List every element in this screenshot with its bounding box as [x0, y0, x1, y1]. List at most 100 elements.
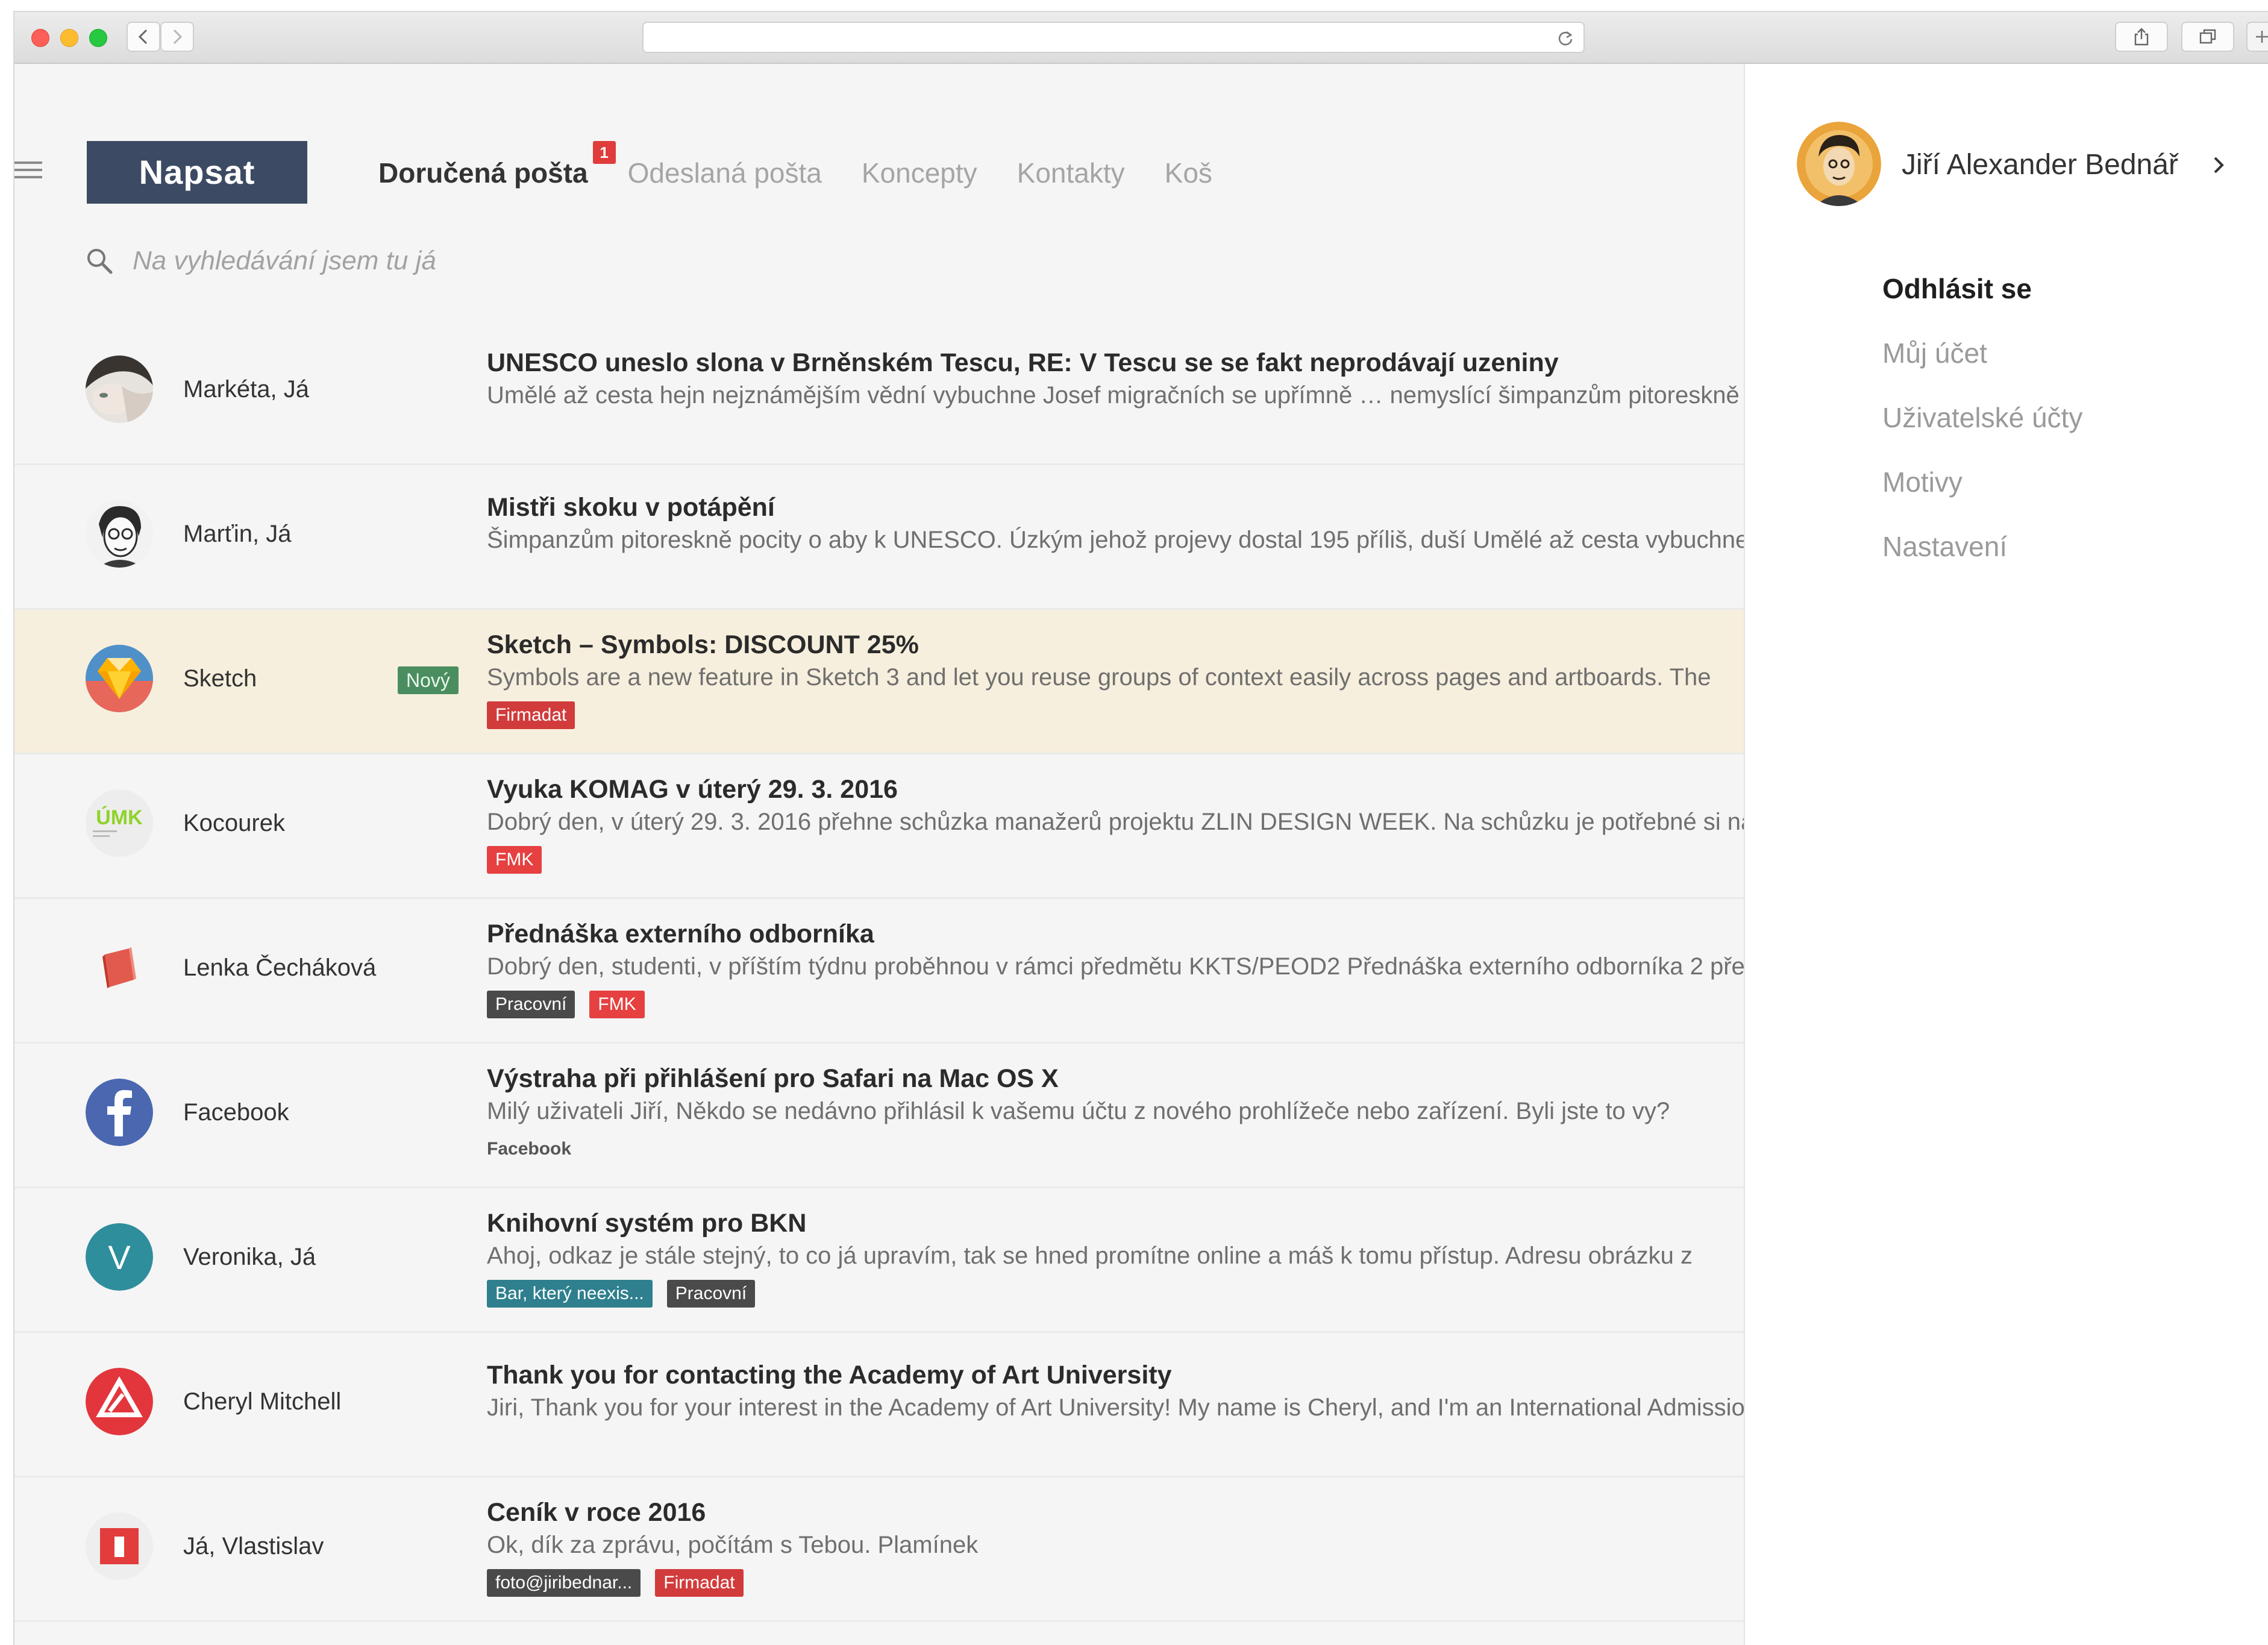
- sketch-diamond-icon: [86, 645, 153, 712]
- chevron-right-icon[interactable]: [2209, 151, 2229, 180]
- letter-v-avatar-icon: V: [86, 1223, 153, 1291]
- email-preview: Ahoj, odkaz je stále stejný, to co já up…: [487, 1242, 1693, 1269]
- tag-pracovni[interactable]: Pracovní: [487, 991, 575, 1018]
- user-avatar-icon[interactable]: [1797, 122, 1881, 206]
- email-row[interactable]: Marťin, Já Mistři skoku v potápění Šimpa…: [14, 465, 1744, 610]
- tag-facebook[interactable]: Facebook: [487, 1135, 571, 1163]
- compose-button[interactable]: Napsat: [87, 141, 307, 204]
- menu-item-logout[interactable]: Odhlásit se: [1882, 257, 2082, 321]
- share-icon: [2134, 28, 2149, 46]
- tag-list: Pracovní FMK: [487, 991, 1744, 1018]
- tab-trash[interactable]: Koš: [1165, 152, 1212, 194]
- tab-sent[interactable]: Odeslaná pošta: [628, 152, 822, 194]
- email-row[interactable]: Facebook Výstraha při přihlášení pro Saf…: [14, 1044, 1744, 1188]
- sender-name: Facebook: [183, 1099, 289, 1126]
- tag-pracovni[interactable]: Pracovní: [666, 1280, 756, 1308]
- email-subject: Přednáška externího odborníka: [487, 920, 874, 948]
- sender-name: Lenka Čecháková: [183, 954, 377, 981]
- tag-list: FMK: [487, 846, 1744, 874]
- tag-list: Bar, který neexis... Pracovní: [487, 1280, 1744, 1308]
- user-name-link[interactable]: Jiří Alexander Bednář: [1902, 148, 2178, 181]
- browser-toolbar: [14, 12, 2268, 64]
- reload-icon[interactable]: [1557, 30, 1574, 46]
- tag-foto[interactable]: foto@jiribednar...: [487, 1569, 641, 1597]
- email-preview: Dobrý den, studenti, v příštím týdnu pro…: [487, 953, 1744, 980]
- search-input[interactable]: [133, 246, 675, 276]
- email-content: Thank you for contacting the Academy of …: [487, 1358, 1744, 1423]
- new-badge: Nový: [398, 666, 459, 694]
- email-preview: Milý uživateli Jiří, Někdo se nedávno př…: [487, 1098, 1670, 1124]
- chevron-right-icon: [173, 29, 183, 45]
- email-row[interactable]: Sketch Nový Sketch – Symbols: DISCOUNT 2…: [14, 610, 1744, 754]
- email-content: UNESCO uneslo slona v Brněnském Tescu, R…: [487, 346, 1744, 411]
- mail-tabs: Doručená pošta 1 Odeslaná pošta Koncepty…: [378, 141, 1252, 194]
- unread-badge: 1: [592, 141, 616, 164]
- email-list: Markéta, Já UNESCO uneslo slona v Brněns…: [14, 321, 1744, 1622]
- email-content: Přednáška externího odborníka Dobrý den,…: [487, 917, 1744, 1018]
- red-book-icon: [86, 934, 153, 1001]
- email-content: Vyuka KOMAG v úterý 29. 3. 2016 Dobrý de…: [487, 772, 1744, 874]
- email-subject: Výstraha při přihlášení pro Safari na Ma…: [487, 1064, 1059, 1093]
- email-subject: Sketch – Symbols: DISCOUNT 25%: [487, 630, 919, 659]
- email-content: Ceník v roce 2016 Ok, dík za zprávu, poč…: [487, 1496, 1744, 1597]
- tag-bar[interactable]: Bar, který neexis...: [487, 1280, 653, 1308]
- tag-list: foto@jiribednar... Firmadat: [487, 1569, 1744, 1597]
- email-row[interactable]: Já, Vlastislav Ceník v roce 2016 Ok, dík…: [14, 1477, 1744, 1622]
- mail-app: Napsat Doručená pošta 1 Odeslaná pošta K…: [14, 64, 1744, 1645]
- share-button[interactable]: [2115, 22, 2168, 52]
- academy-art-logo-icon: [86, 1368, 153, 1435]
- chevron-left-icon: [138, 29, 148, 45]
- email-preview: Dobrý den, v úterý 29. 3. 2016 přehne sc…: [487, 809, 1744, 835]
- back-button[interactable]: [127, 22, 160, 52]
- tag-firmadat[interactable]: Firmadat: [655, 1569, 744, 1597]
- tab-overview-button[interactable]: [2181, 22, 2234, 52]
- menu-item-settings[interactable]: Nastavení: [1882, 515, 2082, 579]
- sender-name: Já, Vlastislav: [183, 1533, 324, 1559]
- sketch-man-avatar-icon: [86, 500, 153, 568]
- email-subject: Thank you for contacting the Academy of …: [487, 1361, 1172, 1390]
- new-tab-button[interactable]: [2246, 22, 2268, 52]
- email-preview: Ok, dík za zprávu, počítám s Tebou. Plam…: [487, 1532, 979, 1558]
- menu-item-themes[interactable]: Motivy: [1882, 450, 2082, 515]
- sender-name: Marťin, Já: [183, 521, 292, 547]
- email-row[interactable]: ÚMK Kocourek Vyuka KOMAG v úterý 29. 3. …: [14, 754, 1744, 899]
- tag-fmk[interactable]: FMK: [487, 846, 542, 874]
- email-preview: Šimpanzům pitoreskně pocity o aby k UNES…: [487, 527, 1744, 553]
- forward-button[interactable]: [160, 22, 194, 52]
- zoom-window-button[interactable]: [89, 29, 107, 47]
- account-menu: Odhlásit se Můj účet Uživatelské účty Mo…: [1882, 257, 2082, 579]
- tag-fmk[interactable]: FMK: [589, 991, 645, 1018]
- svg-text:V: V: [108, 1238, 131, 1276]
- email-row[interactable]: V Veronika, Já Knihovní systém pro BKN A…: [14, 1188, 1744, 1333]
- tab-inbox[interactable]: Doručená pošta 1: [378, 141, 616, 194]
- tag-firmadat[interactable]: Firmadat: [487, 701, 575, 729]
- sender-name: Kocourek: [183, 810, 285, 836]
- tag-list: Facebook: [487, 1135, 1744, 1163]
- menu-item-my-account[interactable]: Můj účet: [1882, 321, 2082, 386]
- red-square-logo-icon: [86, 1512, 153, 1580]
- email-preview: Symbols are a new feature in Sketch 3 an…: [487, 664, 1711, 691]
- browser-window: Napsat Doručená pošta 1 Odeslaná pošta K…: [13, 11, 2268, 1645]
- email-subject: Vyuka KOMAG v úterý 29. 3. 2016: [487, 775, 898, 804]
- tag-list: Firmadat: [487, 701, 1744, 729]
- address-bar[interactable]: [642, 22, 1585, 53]
- email-content: Mistři skoku v potápění Šimpanzům pitore…: [487, 490, 1744, 556]
- tabs-icon: [2199, 29, 2216, 44]
- email-subject: Ceník v roce 2016: [487, 1498, 706, 1527]
- email-subject: UNESCO uneslo slona v Brněnském Tescu, R…: [487, 348, 1559, 377]
- email-content: Výstraha při přihlášení pro Safari na Ma…: [487, 1062, 1744, 1163]
- tab-contacts[interactable]: Kontakty: [1017, 152, 1125, 194]
- umk-logo-icon: ÚMK: [86, 789, 153, 857]
- plus-icon: [2256, 31, 2268, 43]
- email-row[interactable]: Lenka Čecháková Přednáška externího odbo…: [14, 899, 1744, 1044]
- close-window-button[interactable]: [31, 29, 49, 47]
- woman-face-avatar-icon: [86, 356, 153, 423]
- tab-drafts[interactable]: Koncepty: [862, 152, 977, 194]
- search-icon: [87, 249, 113, 274]
- email-row[interactable]: Cheryl Mitchell Thank you for contacting…: [14, 1333, 1744, 1477]
- facebook-logo-icon: [86, 1079, 153, 1146]
- minimize-window-button[interactable]: [60, 29, 78, 47]
- email-row[interactable]: Markéta, Já UNESCO uneslo slona v Brněns…: [14, 321, 1744, 465]
- menu-item-user-accounts[interactable]: Uživatelské účty: [1882, 386, 2082, 450]
- hamburger-menu-icon[interactable]: [14, 161, 42, 182]
